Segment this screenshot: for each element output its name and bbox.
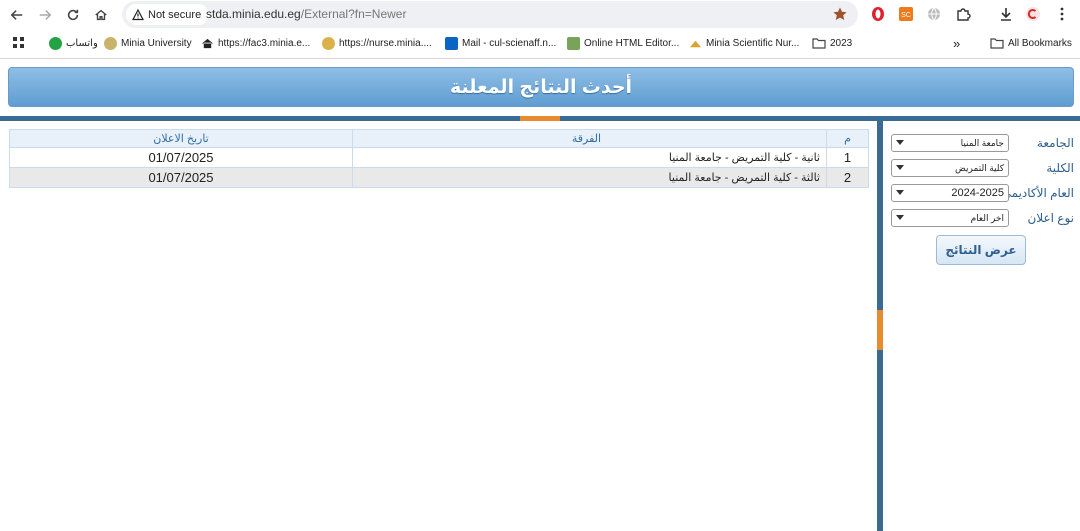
- bookmark-label: https://fac3.minia.e...: [218, 37, 311, 49]
- journal-icon: [689, 40, 702, 47]
- overflow-label: »: [953, 35, 961, 51]
- address-bar[interactable]: Not secure stda.minia.edu.eg/External?fn…: [122, 1, 858, 28]
- back-icon[interactable]: [6, 4, 28, 26]
- browser-toolbar: Not secure stda.minia.edu.eg/External?fn…: [0, 0, 1080, 30]
- bookmark-whatsapp[interactable]: واتساب: [49, 35, 98, 51]
- menu-kebab-icon[interactable]: [1054, 6, 1070, 22]
- year-value: 2024-2025: [951, 187, 1004, 199]
- faculty-label: الكلية: [1046, 161, 1074, 175]
- faculty-select[interactable]: كلية التمريض: [891, 159, 1009, 177]
- url-text[interactable]: stda.minia.edu.eg/External?fn=Newer: [206, 7, 406, 21]
- bookmark-mail[interactable]: Mail - cul-scienaff.n...: [445, 35, 556, 51]
- opera-icon[interactable]: [870, 6, 886, 22]
- all-bookmarks-label: All Bookmarks: [1008, 37, 1072, 49]
- profile-avatar-icon[interactable]: [1025, 6, 1041, 22]
- nurse-site-icon: [322, 36, 335, 50]
- whatsapp-icon: [49, 36, 62, 50]
- bookmark-label: واتساب: [66, 37, 98, 49]
- bookmark-label: Online HTML Editor...: [584, 37, 680, 49]
- year-label: العام الأكاديمي: [1001, 186, 1074, 200]
- bookmarks-bar: واتساب Minia University https://fac3.min…: [0, 31, 1080, 55]
- download-icon[interactable]: [998, 6, 1014, 22]
- filter-university: الجامعة جامعة المنيا: [888, 134, 1080, 156]
- bookmark-star-icon[interactable]: [832, 6, 848, 22]
- folder-icon: [812, 38, 826, 49]
- column-header-date: تاريخ الاعلان: [9, 129, 353, 148]
- filter-type: نوع اعلان اخر العام: [888, 209, 1080, 231]
- bookmark-label: Minia Scientific Nur...: [706, 37, 800, 49]
- chrome-separator: [0, 58, 1080, 59]
- row-level[interactable]: ثانية - كلية التمريض - جامعة المنيا: [352, 147, 827, 168]
- university-seal-icon: [104, 36, 117, 50]
- faculty-value: كلية التمريض: [955, 163, 1004, 173]
- sidebar-rail-handle[interactable]: [877, 310, 883, 350]
- table-row[interactable]: 1 ثانية - كلية التمريض - جامعة المنيا 01…: [9, 147, 869, 168]
- show-results-button[interactable]: عرض النتائج: [936, 235, 1026, 265]
- filter-year: العام الأكاديمي 2024-2025: [888, 184, 1080, 206]
- svg-text:SC: SC: [901, 12, 911, 19]
- warning-icon: [132, 8, 144, 20]
- chevron-down-icon: [896, 190, 904, 195]
- url-path: /External?fn=Newer: [300, 7, 407, 21]
- page-title: أحدث النتائج المعلنة: [449, 76, 633, 98]
- table-row[interactable]: 2 ثالثة - كلية التمريض - جامعة المنيا 01…: [9, 167, 869, 188]
- bookmark-label: 2023: [830, 37, 853, 49]
- university-label: الجامعة: [1036, 136, 1074, 150]
- bookmarks-overflow-button[interactable]: »: [953, 35, 960, 51]
- url-host: stda.minia.edu.eg: [206, 7, 301, 21]
- outlook-icon: [445, 36, 458, 50]
- divider-accent: [520, 116, 560, 121]
- row-date: 01/07/2025: [9, 167, 353, 188]
- page-header: أحدث النتائج المعلنة: [8, 67, 1074, 107]
- chevron-down-icon: [896, 165, 904, 170]
- university-select[interactable]: جامعة المنيا: [891, 134, 1009, 152]
- results-table: م الفرقة تاريخ الاعلان 1 ثانية - كلية ال…: [9, 129, 869, 188]
- bookmark-minia-university[interactable]: Minia University: [104, 35, 192, 51]
- extensions-puzzle-icon[interactable]: [955, 6, 971, 22]
- forward-icon[interactable]: [34, 4, 56, 26]
- filter-panel: الجامعة جامعة المنيا الكلية كلية التمريض…: [888, 121, 1080, 531]
- house-icon: [201, 38, 214, 48]
- security-chip[interactable]: Not secure: [126, 4, 210, 25]
- bookmark-label: Minia University: [121, 37, 192, 49]
- table-header-row: م الفرقة تاريخ الاعلان: [9, 129, 869, 148]
- filter-faculty: الكلية كلية التمريض: [888, 159, 1080, 181]
- type-label: نوع اعلان: [1027, 211, 1075, 225]
- home-icon[interactable]: [90, 4, 112, 26]
- bookmark-scientific-nursing[interactable]: Minia Scientific Nur...: [689, 35, 799, 51]
- bookmark-folder-2023[interactable]: 2023: [812, 35, 852, 51]
- row-number: 2: [826, 167, 869, 188]
- bookmark-html-editor[interactable]: Online HTML Editor...: [567, 35, 679, 51]
- column-header-num: م: [826, 129, 869, 148]
- bookmark-label: Mail - cul-scienaff.n...: [462, 37, 557, 49]
- chevron-down-icon: [896, 140, 904, 145]
- apps-grid-icon[interactable]: [12, 35, 26, 51]
- type-value: اخر العام: [970, 213, 1004, 223]
- reload-icon[interactable]: [62, 4, 84, 26]
- bookmark-fac3[interactable]: https://fac3.minia.e...: [201, 35, 310, 51]
- bookmark-nurse[interactable]: https://nurse.minia....: [322, 35, 432, 51]
- extension-sc-icon[interactable]: SC: [898, 6, 914, 22]
- all-bookmarks-button[interactable]: All Bookmarks: [990, 35, 1072, 51]
- column-header-level: الفرقة: [352, 129, 827, 148]
- chevron-down-icon: [896, 215, 904, 220]
- row-number: 1: [826, 147, 869, 168]
- university-value: جامعة المنيا: [960, 138, 1004, 148]
- row-date: 01/07/2025: [9, 147, 353, 168]
- row-level[interactable]: ثالثة - كلية التمريض - جامعة المنيا: [352, 167, 827, 188]
- year-select[interactable]: 2024-2025: [891, 184, 1009, 202]
- security-label: Not secure: [148, 8, 202, 21]
- editor-icon: [567, 36, 580, 50]
- folder-icon: [990, 38, 1004, 49]
- type-select[interactable]: اخر العام: [891, 209, 1009, 227]
- globe-icon[interactable]: [926, 6, 942, 22]
- bookmark-label: https://nurse.minia....: [339, 37, 432, 49]
